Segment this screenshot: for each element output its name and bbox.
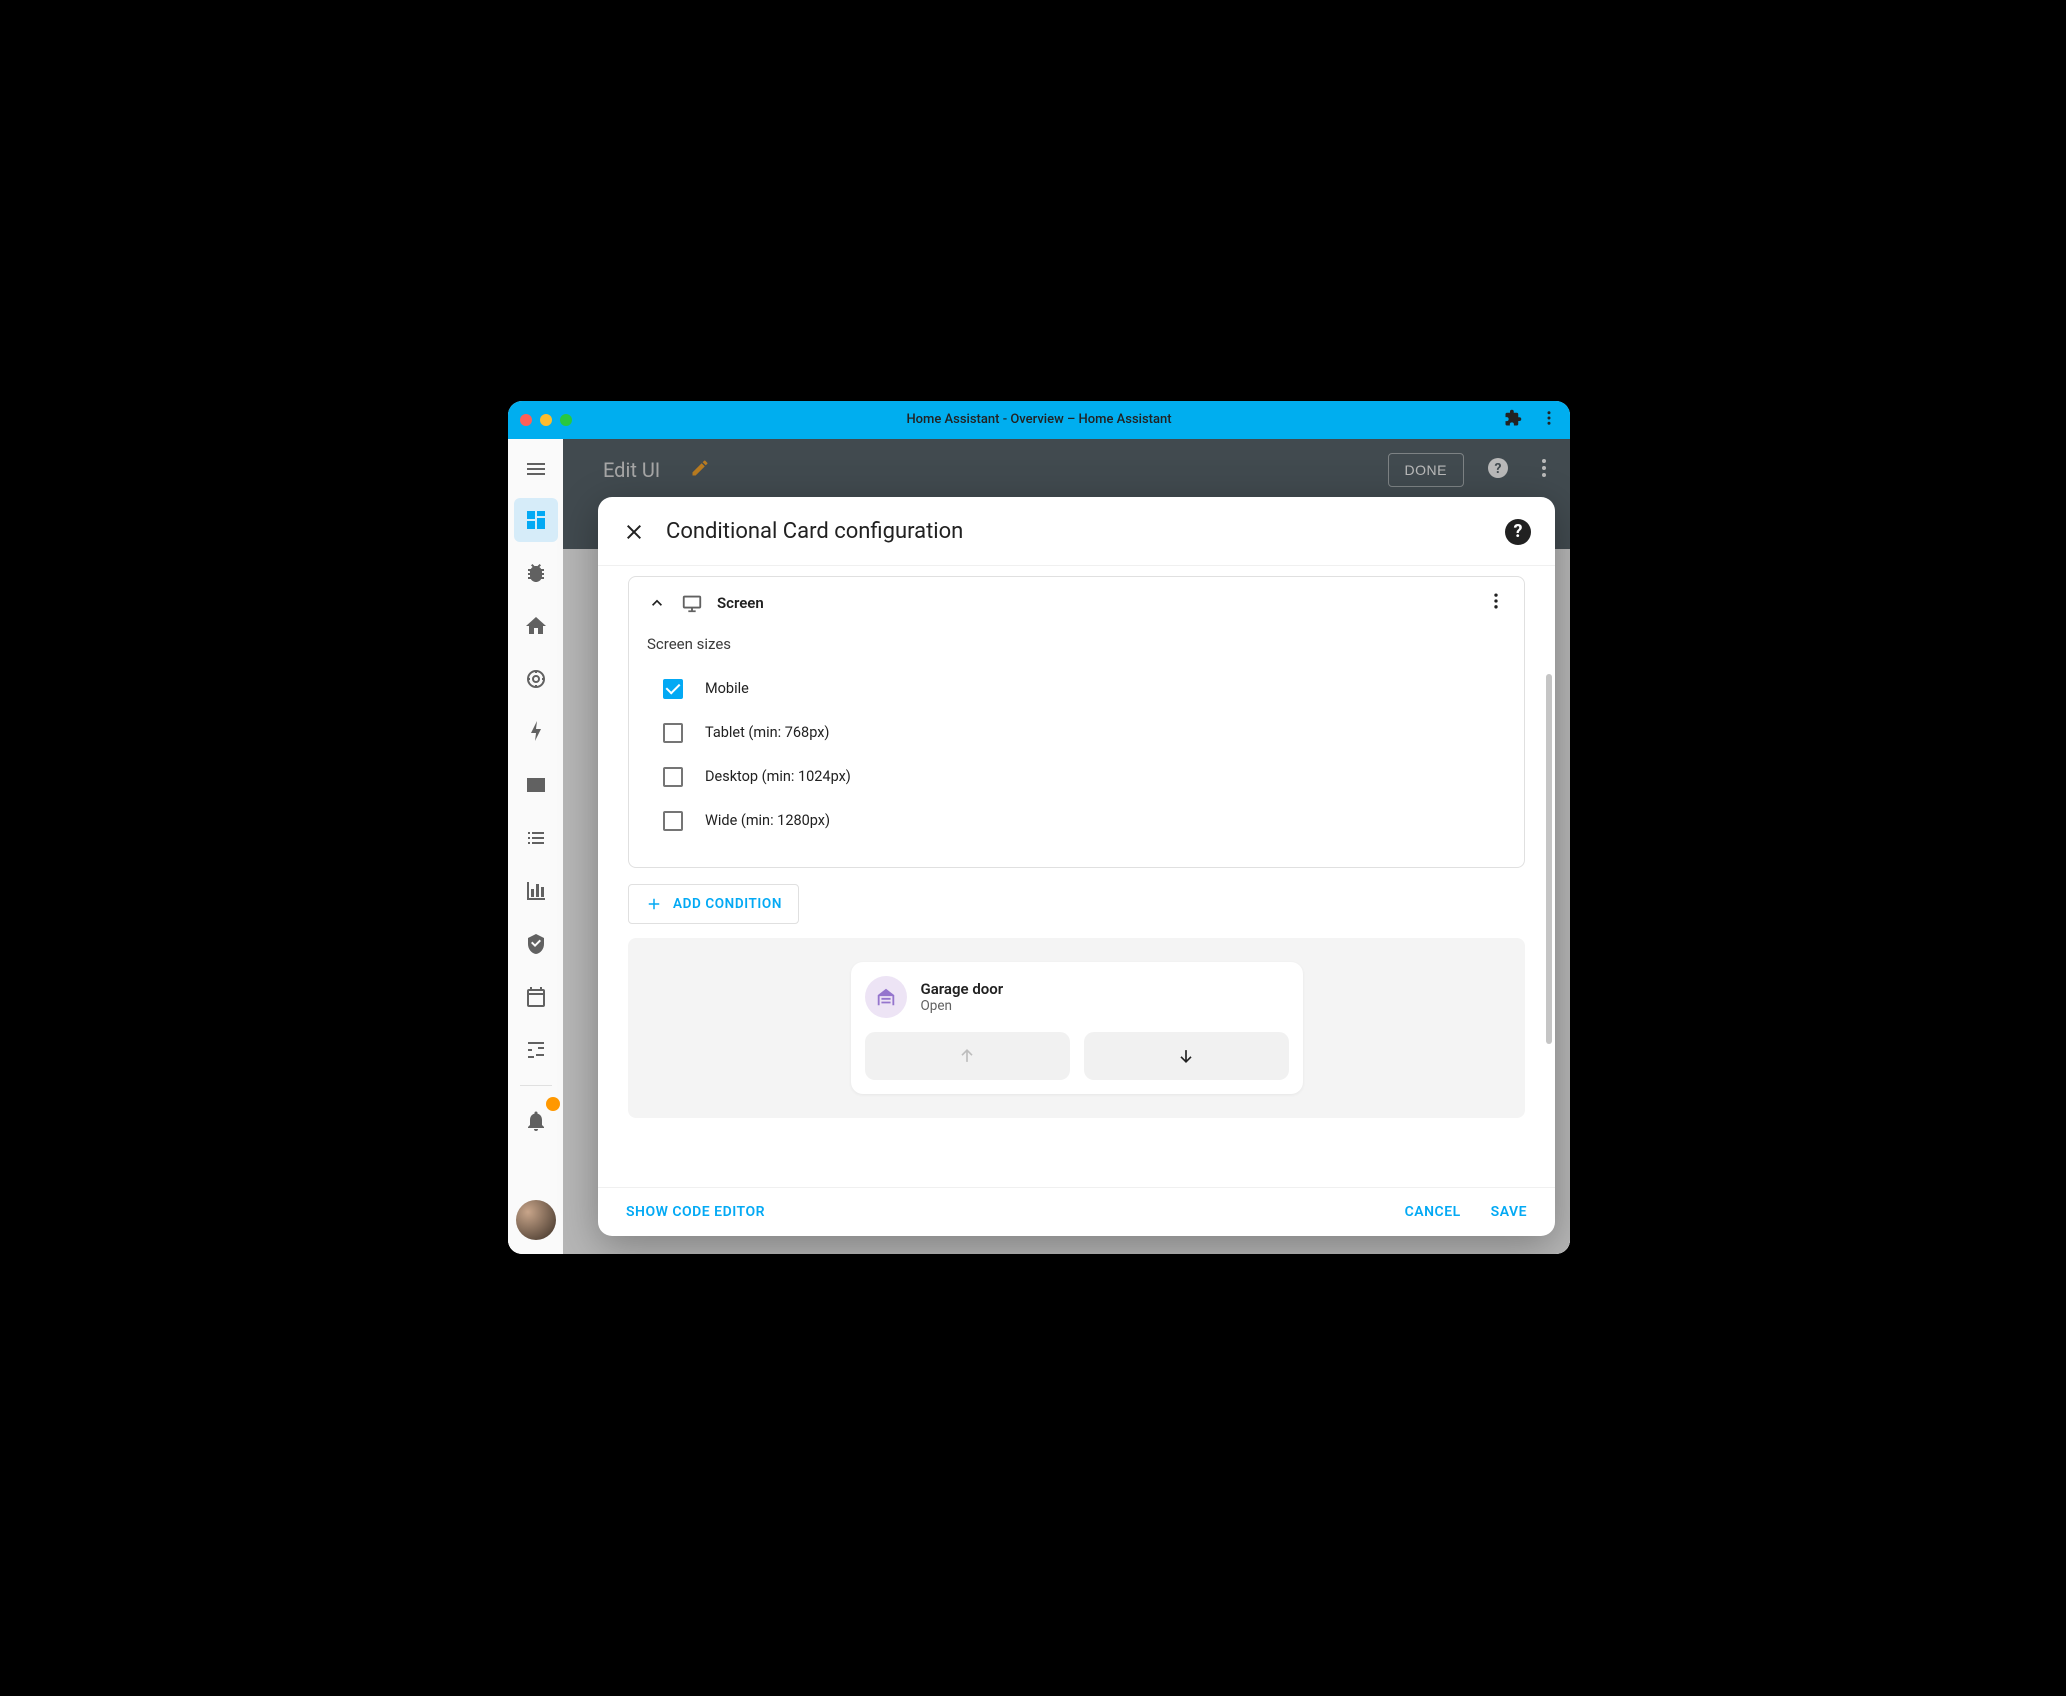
home-icon[interactable]: [514, 604, 558, 648]
window-close-icon[interactable]: [520, 414, 532, 426]
dialog-footer: SHOW CODE EDITOR CANCEL SAVE: [598, 1187, 1555, 1236]
panel-overflow-icon[interactable]: [1486, 591, 1506, 615]
cog-icon[interactable]: [514, 1028, 558, 1072]
dashboard-icon[interactable]: [514, 498, 558, 542]
app-sidebar: [508, 439, 563, 1254]
chart-icon[interactable]: [514, 869, 558, 913]
cover-close-button[interactable]: [1084, 1032, 1289, 1080]
preview-card: Garage door Open: [851, 962, 1303, 1094]
show-code-editor-button[interactable]: SHOW CODE EDITOR: [626, 1204, 765, 1220]
main-area: Edit UI DONE ?: [563, 439, 1570, 1254]
divider: [520, 1085, 552, 1086]
scrollbar[interactable]: [1546, 674, 1552, 1044]
extension-icon[interactable]: [1504, 409, 1522, 431]
checkbox-row-wide[interactable]: Wide (min: 1280px): [647, 799, 1506, 843]
dialog-header: Conditional Card configuration ?: [598, 497, 1555, 566]
entity-name: Garage door: [921, 980, 1004, 998]
checkbox-row-mobile[interactable]: Mobile: [647, 667, 1506, 711]
dialog-help-icon[interactable]: ?: [1505, 519, 1531, 545]
checkbox-label: Desktop (min: 1024px): [705, 768, 851, 785]
add-condition-button[interactable]: ADD CONDITION: [628, 884, 799, 924]
energy-icon[interactable]: [514, 710, 558, 754]
save-button[interactable]: SAVE: [1491, 1204, 1527, 1220]
garage-icon: [865, 976, 907, 1018]
window-maximize-icon[interactable]: [560, 414, 572, 426]
shield-icon[interactable]: [514, 922, 558, 966]
cancel-button[interactable]: CANCEL: [1405, 1204, 1461, 1220]
window-title: Home Assistant - Overview – Home Assista…: [508, 412, 1570, 427]
dialog-title: Conditional Card configuration: [666, 519, 963, 544]
window-minimize-icon[interactable]: [540, 414, 552, 426]
section-label: Screen sizes: [647, 635, 1506, 653]
browser-window: Home Assistant - Overview – Home Assista…: [508, 401, 1570, 1254]
add-condition-label: ADD CONDITION: [673, 896, 782, 912]
panel-title: Screen: [717, 594, 764, 612]
calendar-icon[interactable]: [514, 975, 558, 1019]
list-icon[interactable]: [514, 816, 558, 860]
close-icon[interactable]: [622, 520, 646, 544]
notification-badge: [546, 1097, 560, 1111]
checkbox-label: Mobile: [705, 680, 749, 697]
avatar[interactable]: [516, 1200, 556, 1240]
screen-condition-panel: Screen Screen sizes Mobile: [628, 576, 1525, 868]
checkbox-row-desktop[interactable]: Desktop (min: 1024px): [647, 755, 1506, 799]
window-titlebar: Home Assistant - Overview – Home Assista…: [508, 401, 1570, 439]
browser-menu-icon[interactable]: [1540, 409, 1558, 431]
checkbox-row-tablet[interactable]: Tablet (min: 768px): [647, 711, 1506, 755]
card-config-dialog: Conditional Card configuration ?: [598, 497, 1555, 1236]
preview-area: Garage door Open: [628, 938, 1525, 1118]
brain-icon[interactable]: [514, 657, 558, 701]
dialog-body: Screen Screen sizes Mobile: [598, 566, 1555, 1187]
checkbox-wide[interactable]: [663, 811, 683, 831]
checkbox-label: Wide (min: 1280px): [705, 812, 830, 829]
menu-icon[interactable]: [514, 449, 558, 489]
checkbox-desktop[interactable]: [663, 767, 683, 787]
cover-open-button[interactable]: [865, 1032, 1070, 1080]
notification-icon[interactable]: [514, 1099, 558, 1143]
checkbox-mobile[interactable]: [663, 679, 683, 699]
chevron-up-icon[interactable]: [647, 593, 667, 613]
screen-icon: [681, 592, 703, 614]
account-icon[interactable]: [514, 763, 558, 807]
checkbox-label: Tablet (min: 768px): [705, 724, 829, 741]
entity-state: Open: [921, 998, 1004, 1014]
checkbox-tablet[interactable]: [663, 723, 683, 743]
bug-icon[interactable]: [514, 551, 558, 595]
